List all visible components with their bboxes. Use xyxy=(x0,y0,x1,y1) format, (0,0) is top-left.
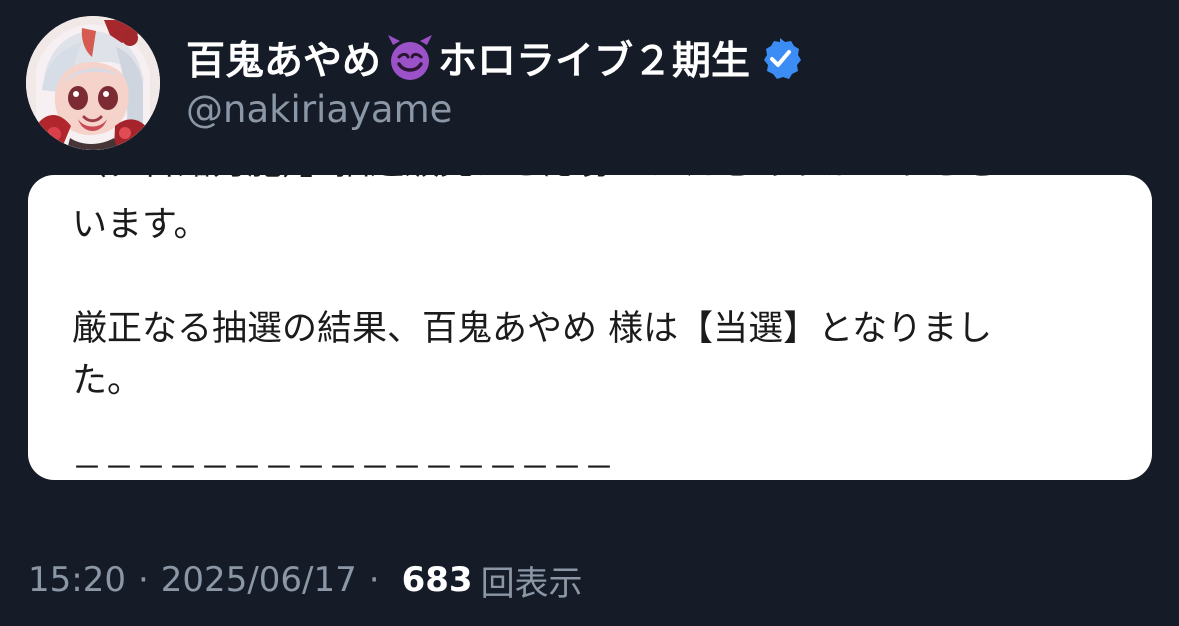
author-handle[interactable]: @nakiriayame xyxy=(186,88,452,131)
views-label: 回表示 xyxy=(480,563,583,604)
avatar[interactable] xyxy=(26,16,160,150)
card-line-3: た。 xyxy=(72,361,143,401)
views-count: 683 xyxy=(401,560,473,600)
image-card[interactable]: （ダ合館力施）」抽選販売にご応募いただきありがとうござい います。 厳正なる抽選… xyxy=(28,175,1152,480)
tweet-screen: 百鬼あやめ ホロライブ２期生 @nakiriayame （ダ合館力施）」抽選販売… xyxy=(0,0,1179,626)
tweet-meta: 15:20 · 2025/06/17 · 683 回表示 xyxy=(28,555,583,605)
meta-separator: · xyxy=(368,560,380,600)
card-divider-line: －－－－－－－－－－－－－－－－－ xyxy=(72,451,616,480)
display-name-prefix: 百鬼あやめ xyxy=(186,39,382,84)
avatar-image xyxy=(26,16,160,150)
partial-text-line: （ダ合館力施）」抽選販売にご応募いただきありがとうござい xyxy=(72,175,1034,189)
meta-separator: · xyxy=(137,560,149,600)
post-date[interactable]: 2025/06/17 xyxy=(161,560,357,600)
display-name[interactable]: 百鬼あやめ ホロライブ２期生 xyxy=(186,30,802,86)
verified-badge-icon xyxy=(758,36,802,80)
post-time[interactable]: 15:20 xyxy=(28,560,126,600)
card-line-2: 厳正なる抽選の結果、百鬼あやめ 様は【当選】となりまし xyxy=(72,309,993,349)
display-name-suffix: ホロライブ２期生 xyxy=(438,39,751,84)
card-line-1: います。 xyxy=(72,205,209,245)
smiling-devil-emoji-icon xyxy=(385,33,435,83)
